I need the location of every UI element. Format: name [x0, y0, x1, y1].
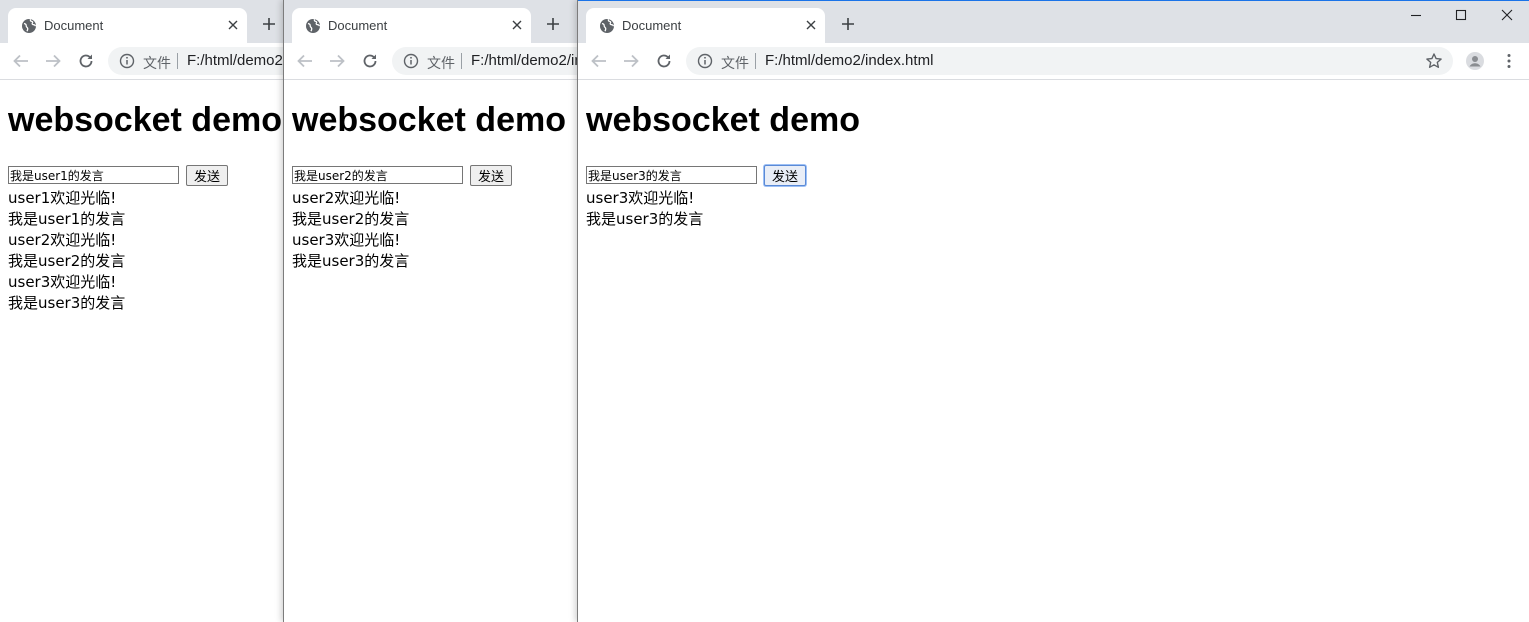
- message-line: 我是user3的发言: [8, 294, 126, 312]
- info-icon[interactable]: [119, 53, 135, 69]
- minimize-icon[interactable]: [1409, 8, 1423, 22]
- globe-icon: [22, 19, 37, 33]
- message-line: user2欢迎光临!: [292, 189, 401, 207]
- message-line: 我是user2的发言: [292, 210, 410, 228]
- message-line: 我是user3的发言: [292, 252, 410, 270]
- tab-title: Document: [44, 18, 104, 33]
- close-icon[interactable]: [511, 19, 523, 31]
- close-icon[interactable]: [805, 19, 817, 31]
- page-content: websocket demo 发送 user2欢迎光临! 我是user2的发言 …: [284, 80, 578, 622]
- divider: [755, 53, 756, 69]
- menu-icon[interactable]: [1500, 52, 1518, 70]
- message-list: user1欢迎光临! 我是user1的发言 user2欢迎光临! 我是user2…: [8, 188, 125, 314]
- info-icon[interactable]: [403, 53, 419, 69]
- toolbar: 文件 F:/html/demo2/index.html: [284, 43, 578, 80]
- url-text[interactable]: F:/html/demo2/index.html: [765, 52, 933, 69]
- browser-window-user3: Document 文件 F:/html/demo2/index.html web…: [578, 0, 1529, 622]
- back-icon[interactable]: [12, 52, 30, 70]
- tab-strip: Document: [0, 0, 284, 43]
- message-input[interactable]: [586, 166, 757, 184]
- tab-document[interactable]: Document: [8, 8, 247, 43]
- message-line: user3欢迎光临!: [292, 231, 401, 249]
- message-line: user2欢迎光临!: [8, 231, 117, 249]
- window-close-icon[interactable]: [1500, 8, 1514, 22]
- message-input[interactable]: [292, 166, 463, 184]
- send-button[interactable]: 发送: [186, 165, 228, 186]
- message-input[interactable]: [8, 166, 179, 184]
- close-icon[interactable]: [227, 19, 239, 31]
- message-line: user3欢迎光临!: [586, 189, 695, 207]
- reload-icon[interactable]: [77, 52, 95, 70]
- plus-icon[interactable]: [546, 17, 560, 31]
- send-button[interactable]: 发送: [764, 165, 806, 186]
- forward-icon[interactable]: [44, 52, 62, 70]
- plus-icon[interactable]: [841, 17, 855, 31]
- message-line: 我是user3的发言: [586, 210, 704, 228]
- toolbar: 文件 F:/html/demo2/index.html: [0, 43, 284, 80]
- tab-title: Document: [328, 18, 388, 33]
- message-line: user3欢迎光临!: [8, 273, 117, 291]
- page-heading: websocket demo: [292, 101, 566, 139]
- message-line: 我是user2的发言: [8, 252, 126, 270]
- tab-strip: Document: [284, 0, 578, 43]
- reload-icon[interactable]: [361, 52, 379, 70]
- reload-icon[interactable]: [655, 52, 673, 70]
- page-heading: websocket demo: [8, 101, 282, 139]
- address-bar[interactable]: 文件 F:/html/demo2/index.html: [108, 47, 284, 75]
- maximize-icon[interactable]: [1454, 8, 1468, 22]
- active-window-border: [578, 0, 1529, 1]
- message-line: 我是user1的发言: [8, 210, 126, 228]
- browser-window-user1: Document 文件 F:/html/demo2/index.html web…: [0, 0, 284, 622]
- message-line: user1欢迎光临!: [8, 189, 117, 207]
- message-list: user3欢迎光临! 我是user3的发言: [586, 188, 703, 230]
- address-bar[interactable]: 文件 F:/html/demo2/index.html: [686, 47, 1453, 75]
- profile-icon[interactable]: [1466, 52, 1484, 70]
- url-text[interactable]: F:/html/demo2/index.html: [471, 52, 578, 69]
- page-content: websocket demo 发送 user1欢迎光临! 我是user1的发言 …: [0, 80, 284, 622]
- divider: [461, 53, 462, 69]
- plus-icon[interactable]: [262, 17, 276, 31]
- send-button[interactable]: 发送: [470, 165, 512, 186]
- globe-icon: [306, 19, 321, 33]
- page-heading: websocket demo: [586, 101, 860, 139]
- star-icon[interactable]: [1425, 52, 1443, 70]
- tab-strip: Document: [578, 0, 1529, 43]
- page-content: websocket demo 发送 user3欢迎光临! 我是user3的发言: [578, 80, 1529, 622]
- tab-title: Document: [622, 18, 682, 33]
- scheme-label: 文件: [721, 55, 749, 71]
- url-text[interactable]: F:/html/demo2/index.html: [187, 52, 284, 69]
- back-icon[interactable]: [590, 52, 608, 70]
- tab-document[interactable]: Document: [586, 8, 825, 43]
- browser-window-user2: Document 文件 F:/html/demo2/index.html web…: [284, 0, 578, 622]
- message-list: user2欢迎光临! 我是user2的发言 user3欢迎光临! 我是user3…: [292, 188, 409, 272]
- tab-document[interactable]: Document: [292, 8, 531, 43]
- divider: [177, 53, 178, 69]
- globe-icon: [600, 19, 615, 33]
- back-icon[interactable]: [296, 52, 314, 70]
- scheme-label: 文件: [143, 55, 171, 71]
- address-bar[interactable]: 文件 F:/html/demo2/index.html: [392, 47, 578, 75]
- scheme-label: 文件: [427, 55, 455, 71]
- info-icon[interactable]: [697, 53, 713, 69]
- forward-icon[interactable]: [622, 52, 640, 70]
- forward-icon[interactable]: [328, 52, 346, 70]
- toolbar: 文件 F:/html/demo2/index.html: [578, 43, 1529, 80]
